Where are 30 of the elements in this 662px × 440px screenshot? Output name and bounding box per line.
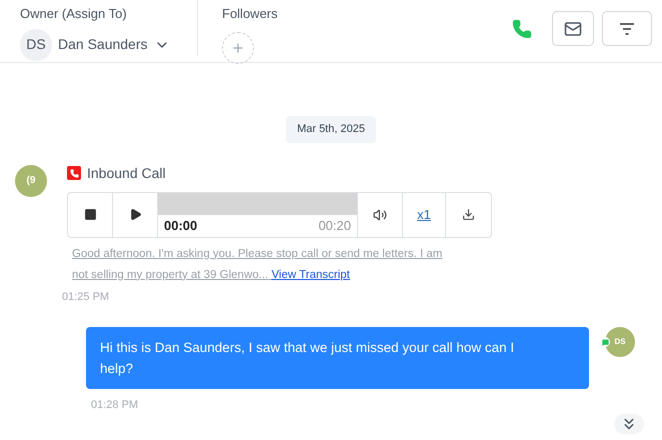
contact-avatar: (9 [15,164,47,196]
owner-dropdown[interactable]: DS Dan Saunders [20,28,197,60]
chat-icon [600,337,610,347]
play-icon [128,208,142,221]
mail-icon [564,20,582,38]
filter-icon [619,22,635,34]
owner-name: Dan Saunders [58,35,148,54]
phone-icon[interactable] [512,18,532,38]
speed-button[interactable]: x1 [403,192,446,236]
download-icon [462,208,475,221]
transcript-text: Good afternoon. I'm asking you. Please stop call or send me letters. I am not selling my property at 39 Glenwo... View Transcript [72,246,444,282]
scroll-down-button[interactable] [614,414,644,434]
stop-icon [84,208,96,221]
progress-track[interactable] [158,192,357,214]
message-time: 01:28 PM [91,398,140,413]
email-button[interactable] [552,11,594,46]
volume-icon [373,208,387,222]
owner-avatar: DS [20,28,52,60]
elapsed-time: 00:00 [164,216,198,235]
duration: 00:20 [318,216,351,235]
followers-label: Followers [222,5,278,23]
view-transcript-link[interactable]: View Transcript [271,268,350,280]
plus-icon [231,40,245,54]
filter-button[interactable] [602,11,652,46]
owner-label: Owner (Assign To) [20,5,128,23]
message-time: 01:25 PM [62,290,110,304]
user-avatar: DS [605,327,635,357]
phone-icon [67,166,81,180]
call-title: Inbound Call [87,164,166,182]
message-bubble: Hi this is Dan Saunders, I saw that we just missed your call how can I help? [86,327,589,389]
